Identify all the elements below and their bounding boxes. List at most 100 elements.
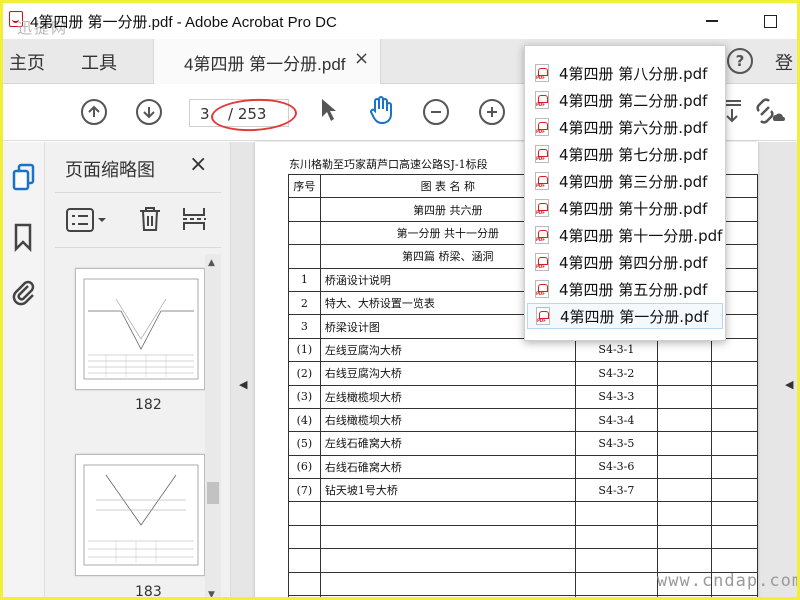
sign-in-button[interactable]: 登: [775, 49, 793, 75]
cell-code: [574, 571, 659, 597]
zoom-out-icon[interactable]: [423, 99, 449, 125]
cell-a: [657, 501, 712, 526]
cell-name: 左线橄榄坝大桥: [319, 384, 576, 409]
cell-b: [710, 478, 758, 503]
table-row: [288, 548, 758, 573]
open-file-item[interactable]: 4第四册 第八分册.pdf: [527, 60, 723, 86]
page-thumbnails-icon[interactable]: [11, 162, 37, 196]
cell-no: (5): [288, 431, 321, 456]
open-file-item[interactable]: 4第四册 第二分册.pdf: [527, 87, 723, 113]
cell-no: 1: [288, 267, 321, 292]
thumbnail-page-label: 183: [135, 584, 162, 600]
page-thumbnail[interactable]: [75, 454, 205, 576]
cell-a: [657, 361, 712, 386]
page-thumbnail[interactable]: [75, 268, 205, 390]
cell-code: S4-3-4: [574, 407, 659, 433]
cell-no: (1): [288, 337, 321, 363]
cell-code: [574, 548, 659, 573]
zoom-in-icon[interactable]: [479, 99, 505, 125]
tab-document[interactable]: 4第四册 第一分册.pdf ×: [153, 39, 381, 84]
cell-name: 右线豆腐沟大桥: [319, 361, 576, 386]
table-row: (7) 钻天坡1号大桥 S4-3-7: [288, 478, 758, 503]
cell-name: [319, 501, 576, 526]
tab-home[interactable]: 主页: [9, 49, 45, 75]
cell-no: (7): [288, 478, 321, 503]
collapse-right-panel-icon[interactable]: ◀: [785, 378, 793, 391]
open-file-label: 4第四册 第三分册.pdf: [559, 172, 708, 191]
open-file-item[interactable]: 4第四册 第七分册.pdf: [527, 141, 723, 167]
open-file-label: 4第四册 第七分册.pdf: [559, 145, 708, 164]
select-cursor-icon[interactable]: [319, 97, 339, 127]
header-no: 序号: [288, 173, 321, 199]
bookmarks-icon[interactable]: [11, 222, 35, 256]
pdf-file-icon: [535, 64, 549, 82]
split-page-icon[interactable]: [181, 205, 207, 237]
cell-b: [710, 595, 758, 597]
cell-b: [710, 431, 758, 456]
tab-tools[interactable]: 工具: [81, 49, 117, 75]
next-page-icon[interactable]: [136, 99, 162, 125]
open-file-item[interactable]: 4第四册 第三分册.pdf: [527, 168, 723, 194]
cell-b: [710, 454, 758, 480]
scroll-down-icon[interactable]: ▼: [208, 590, 215, 597]
help-icon[interactable]: ?: [727, 48, 753, 74]
previous-page-icon[interactable]: [81, 99, 107, 125]
minimize-button[interactable]: [697, 9, 727, 33]
cell-no: (3): [288, 384, 321, 409]
thumbnail-page-label: 182: [135, 397, 162, 413]
table-row: (4) 右线橄榄坝大桥 S4-3-4: [288, 407, 758, 433]
collapse-left-panel-icon[interactable]: ◀: [239, 378, 247, 391]
cell-name: 右线石碓窝大桥: [319, 454, 576, 480]
cell-no: [288, 501, 321, 526]
thumbnail-scrollbar[interactable]: ▲ ▼: [205, 254, 221, 597]
cell-code: S4-3-2: [574, 361, 659, 386]
cell-a: [657, 548, 712, 573]
cell-b: [710, 361, 758, 386]
panel-title: 页面缩略图: [65, 160, 155, 181]
cell-code: S4-3-3: [574, 384, 659, 409]
delete-page-icon[interactable]: [137, 205, 163, 237]
thumbnail-options-icon[interactable]: [65, 207, 109, 237]
open-file-item[interactable]: 4第四册 第十一分册.pdf: [527, 222, 723, 248]
cell-a: [657, 384, 712, 409]
cell-no: [288, 197, 321, 222]
cell-b: [710, 384, 758, 409]
maximize-button[interactable]: [755, 9, 785, 33]
pdf-file-icon: [535, 253, 549, 271]
cell-name: [319, 548, 576, 573]
cell-b: [710, 407, 758, 433]
attachments-icon[interactable]: [11, 276, 35, 310]
cell-no: [288, 548, 321, 573]
open-file-item[interactable]: 4第四册 第五分册.pdf: [527, 276, 723, 302]
close-tab-icon[interactable]: ×: [354, 48, 369, 69]
thumbnails-panel: 页面缩略图 × 182 183 ▲ ▼: [45, 142, 231, 600]
scroll-up-icon[interactable]: ▲: [208, 258, 215, 268]
table-row: [288, 524, 758, 550]
cell-a: [657, 454, 712, 480]
cell-no: [288, 571, 321, 597]
cell-code: S4-3-7: [574, 478, 659, 503]
table-row: (6) 右线石碓窝大桥 S4-3-6: [288, 454, 758, 480]
cell-name: 右线橄榄坝大桥: [319, 407, 576, 433]
cell-a: [657, 595, 712, 597]
cell-no: [288, 524, 321, 550]
current-page-input[interactable]: 3: [200, 105, 210, 123]
left-navigation-rail: [3, 142, 45, 597]
pdf-file-icon: [535, 118, 549, 136]
open-file-item[interactable]: 4第四册 第一分册.pdf: [527, 303, 723, 329]
open-file-item[interactable]: 4第四册 第十分册.pdf: [527, 195, 723, 221]
close-panel-icon[interactable]: ×: [189, 152, 207, 177]
hand-tool-icon[interactable]: [367, 95, 395, 129]
open-file-label: 4第四册 第四分册.pdf: [559, 253, 708, 272]
cell-no: [288, 220, 321, 246]
cell-name: 钻天坡1号大桥: [319, 478, 576, 503]
pdf-file-icon: [535, 199, 549, 217]
cell-a: [657, 407, 712, 433]
link-cloud-icon[interactable]: [755, 97, 785, 129]
app-window: 迅捷网 4第四册 第一分册.pdf - Adobe Acrobat Pro DC…: [0, 0, 800, 600]
open-file-item[interactable]: 4第四册 第四分册.pdf: [527, 249, 723, 275]
open-file-label: 4第四册 第五分册.pdf: [559, 280, 708, 299]
open-file-item[interactable]: 4第四册 第六分册.pdf: [527, 114, 723, 140]
cell-code: [574, 501, 659, 526]
scrollbar-thumb[interactable]: [207, 482, 219, 504]
